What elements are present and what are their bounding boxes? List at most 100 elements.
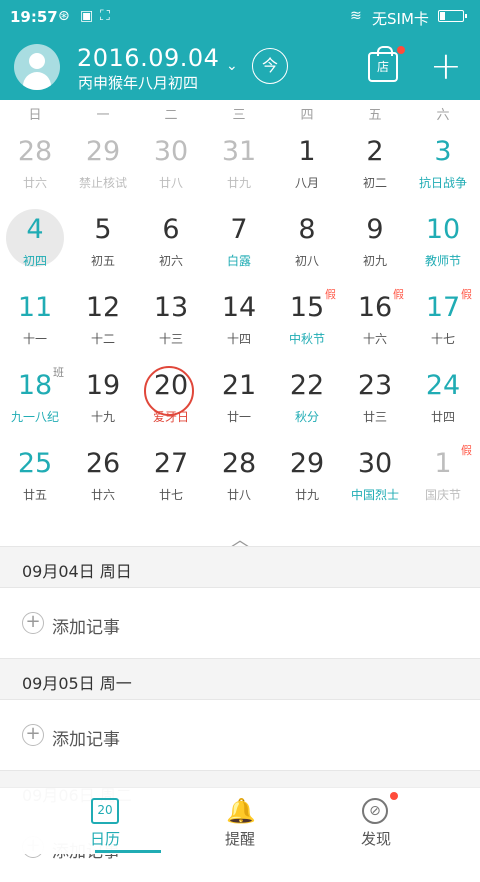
day-number: 28 (221, 448, 257, 479)
lunar-label: 廿七 (158, 488, 183, 502)
add-note-label: 添加记事 (52, 618, 120, 638)
lunar-label: 廿三 (362, 410, 387, 424)
day-number: 25 (17, 448, 53, 479)
day-cell[interactable]: 31 廿九 (205, 126, 273, 204)
day-cell[interactable]: 6 初六 (137, 204, 205, 282)
day-cell[interactable]: 27 廿七 (137, 438, 205, 516)
day-cell[interactable]: 3 抗日战争 (409, 126, 477, 204)
lunar-label: 初二 (362, 176, 387, 190)
day-cell[interactable]: 7 白露 (205, 204, 273, 282)
day-cell[interactable]: 15 中秋节假 (273, 282, 341, 360)
day-cell[interactable]: 30 中国烈士 (341, 438, 409, 516)
day-cell[interactable]: 28 廿八 (205, 438, 273, 516)
weekday-label: 一 (96, 108, 110, 123)
day-cell[interactable]: 9 初九 (341, 204, 409, 282)
day-section-title: 09月05日 周一 (22, 674, 132, 693)
compass-icon: ⊘ (362, 798, 388, 824)
lunar-label: 中秋节 (288, 332, 325, 346)
notification-icon: ⊛ (58, 8, 70, 24)
day-cell[interactable]: 29 禁止核试 (69, 126, 137, 204)
day-cell[interactable]: 4 初四 (1, 204, 69, 282)
day-cell[interactable]: 11 十一 (1, 282, 69, 360)
badge-dot (390, 792, 398, 800)
day-number: 21 (221, 370, 257, 401)
lunar-label: 初四 (22, 254, 47, 268)
lunar-label: 初九 (362, 254, 387, 268)
day-number: 3 (434, 136, 452, 167)
lunar-label: 爱牙日 (152, 410, 189, 424)
day-cell[interactable]: 18 九一八纪班 (1, 360, 69, 438)
day-section-header: 09月04日 周日 (0, 546, 480, 588)
day-cell[interactable]: 29 廿九 (273, 438, 341, 516)
add-note-row[interactable]: + 添加记事 (0, 588, 480, 658)
day-cell[interactable]: 16 十六假 (341, 282, 409, 360)
lunar-label: 白露 (226, 254, 251, 268)
add-note-row[interactable]: + 添加记事 (0, 700, 480, 770)
lunar-label: 禁止核试 (78, 176, 127, 190)
lunar-label: 廿一 (226, 410, 251, 424)
day-number: 5 (94, 214, 112, 245)
lunar-label: 十三 (158, 332, 183, 346)
weekday-label: 四 (300, 108, 314, 123)
day-number: 10 (425, 214, 461, 245)
lunar-label: 教师节 (424, 254, 461, 268)
lunar-label: 八月 (294, 176, 319, 190)
day-cell[interactable]: 13 十三 (137, 282, 205, 360)
day-cell[interactable]: 20 爱牙日 (137, 360, 205, 438)
day-cell[interactable]: 21 廿一 (205, 360, 273, 438)
day-cell[interactable]: 2 初二 (341, 126, 409, 204)
weekday-label: 二 (164, 108, 178, 123)
calendar-icon: 20 (91, 798, 119, 824)
day-cell[interactable]: 1 八月 (273, 126, 341, 204)
day-cell[interactable]: 1 国庆节假 (409, 438, 477, 516)
chevron-down-icon[interactable]: ⌄ (226, 58, 238, 74)
lunar-label: 初八 (294, 254, 319, 268)
day-cell[interactable]: 23 廿三 (341, 360, 409, 438)
bottom-nav: 20 日历 🔔 提醒 ⊘ 发现 (0, 787, 480, 854)
day-number: 11 (17, 292, 53, 323)
day-cell[interactable]: 10 教师节 (409, 204, 477, 282)
day-number: 30 (153, 136, 189, 167)
lunar-label: 廿六 (22, 176, 47, 190)
holiday-tag: 假 (325, 288, 336, 301)
day-number: 31 (221, 136, 257, 167)
today-button[interactable]: 今 (252, 48, 288, 84)
status-bar: 19:57 ⊛ ▣ ⛶ ≋ 无SIM卡 (0, 0, 480, 34)
weekday-label: 日 (28, 108, 42, 123)
day-number: 12 (85, 292, 121, 323)
weekday-label: 六 (436, 108, 450, 123)
lunar-label: 九一八纪 (10, 410, 59, 424)
day-section-title: 09月04日 周日 (22, 562, 132, 581)
day-cell[interactable]: 19 十九 (69, 360, 137, 438)
day-cell[interactable]: 30 廿八 (137, 126, 205, 204)
day-cell[interactable]: 17 十七假 (409, 282, 477, 360)
day-cell[interactable]: 22 秋分 (273, 360, 341, 438)
day-cell[interactable]: 28 廿六 (1, 126, 69, 204)
day-cell[interactable]: 14 十四 (205, 282, 273, 360)
weekday-label: 三 (232, 108, 246, 123)
day-cell[interactable]: 25 廿五 (1, 438, 69, 516)
lunar-label: 初五 (90, 254, 115, 268)
day-cell[interactable]: 12 十二 (69, 282, 137, 360)
lunar-label: 廿五 (22, 488, 47, 502)
holiday-tag: 假 (461, 444, 472, 457)
day-cell[interactable]: 8 初八 (273, 204, 341, 282)
lunar-label: 中国烈士 (350, 488, 399, 502)
day-number: 4 (26, 214, 44, 245)
avatar[interactable] (14, 44, 60, 90)
day-cell[interactable]: 5 初五 (69, 204, 137, 282)
day-cell[interactable]: 26 廿六 (69, 438, 137, 516)
collapse-icon[interactable]: ︿ (228, 526, 252, 551)
lunar-label: 廿八 (226, 488, 251, 502)
day-number: 9 (366, 214, 384, 245)
lunar-label: 廿六 (90, 488, 115, 502)
current-date[interactable]: 2016.09.04 (77, 44, 219, 72)
day-cell[interactable]: 24 廿四 (409, 360, 477, 438)
tab-discover[interactable]: ⊘ 发现 (296, 788, 456, 854)
shop-bag-icon[interactable]: 店 (368, 46, 398, 82)
lunar-label: 初六 (158, 254, 183, 268)
day-section-header: 09月05日 周一 (0, 658, 480, 700)
day-number: 29 (85, 136, 121, 167)
day-number: 27 (153, 448, 189, 479)
add-button[interactable]: + (430, 47, 462, 85)
